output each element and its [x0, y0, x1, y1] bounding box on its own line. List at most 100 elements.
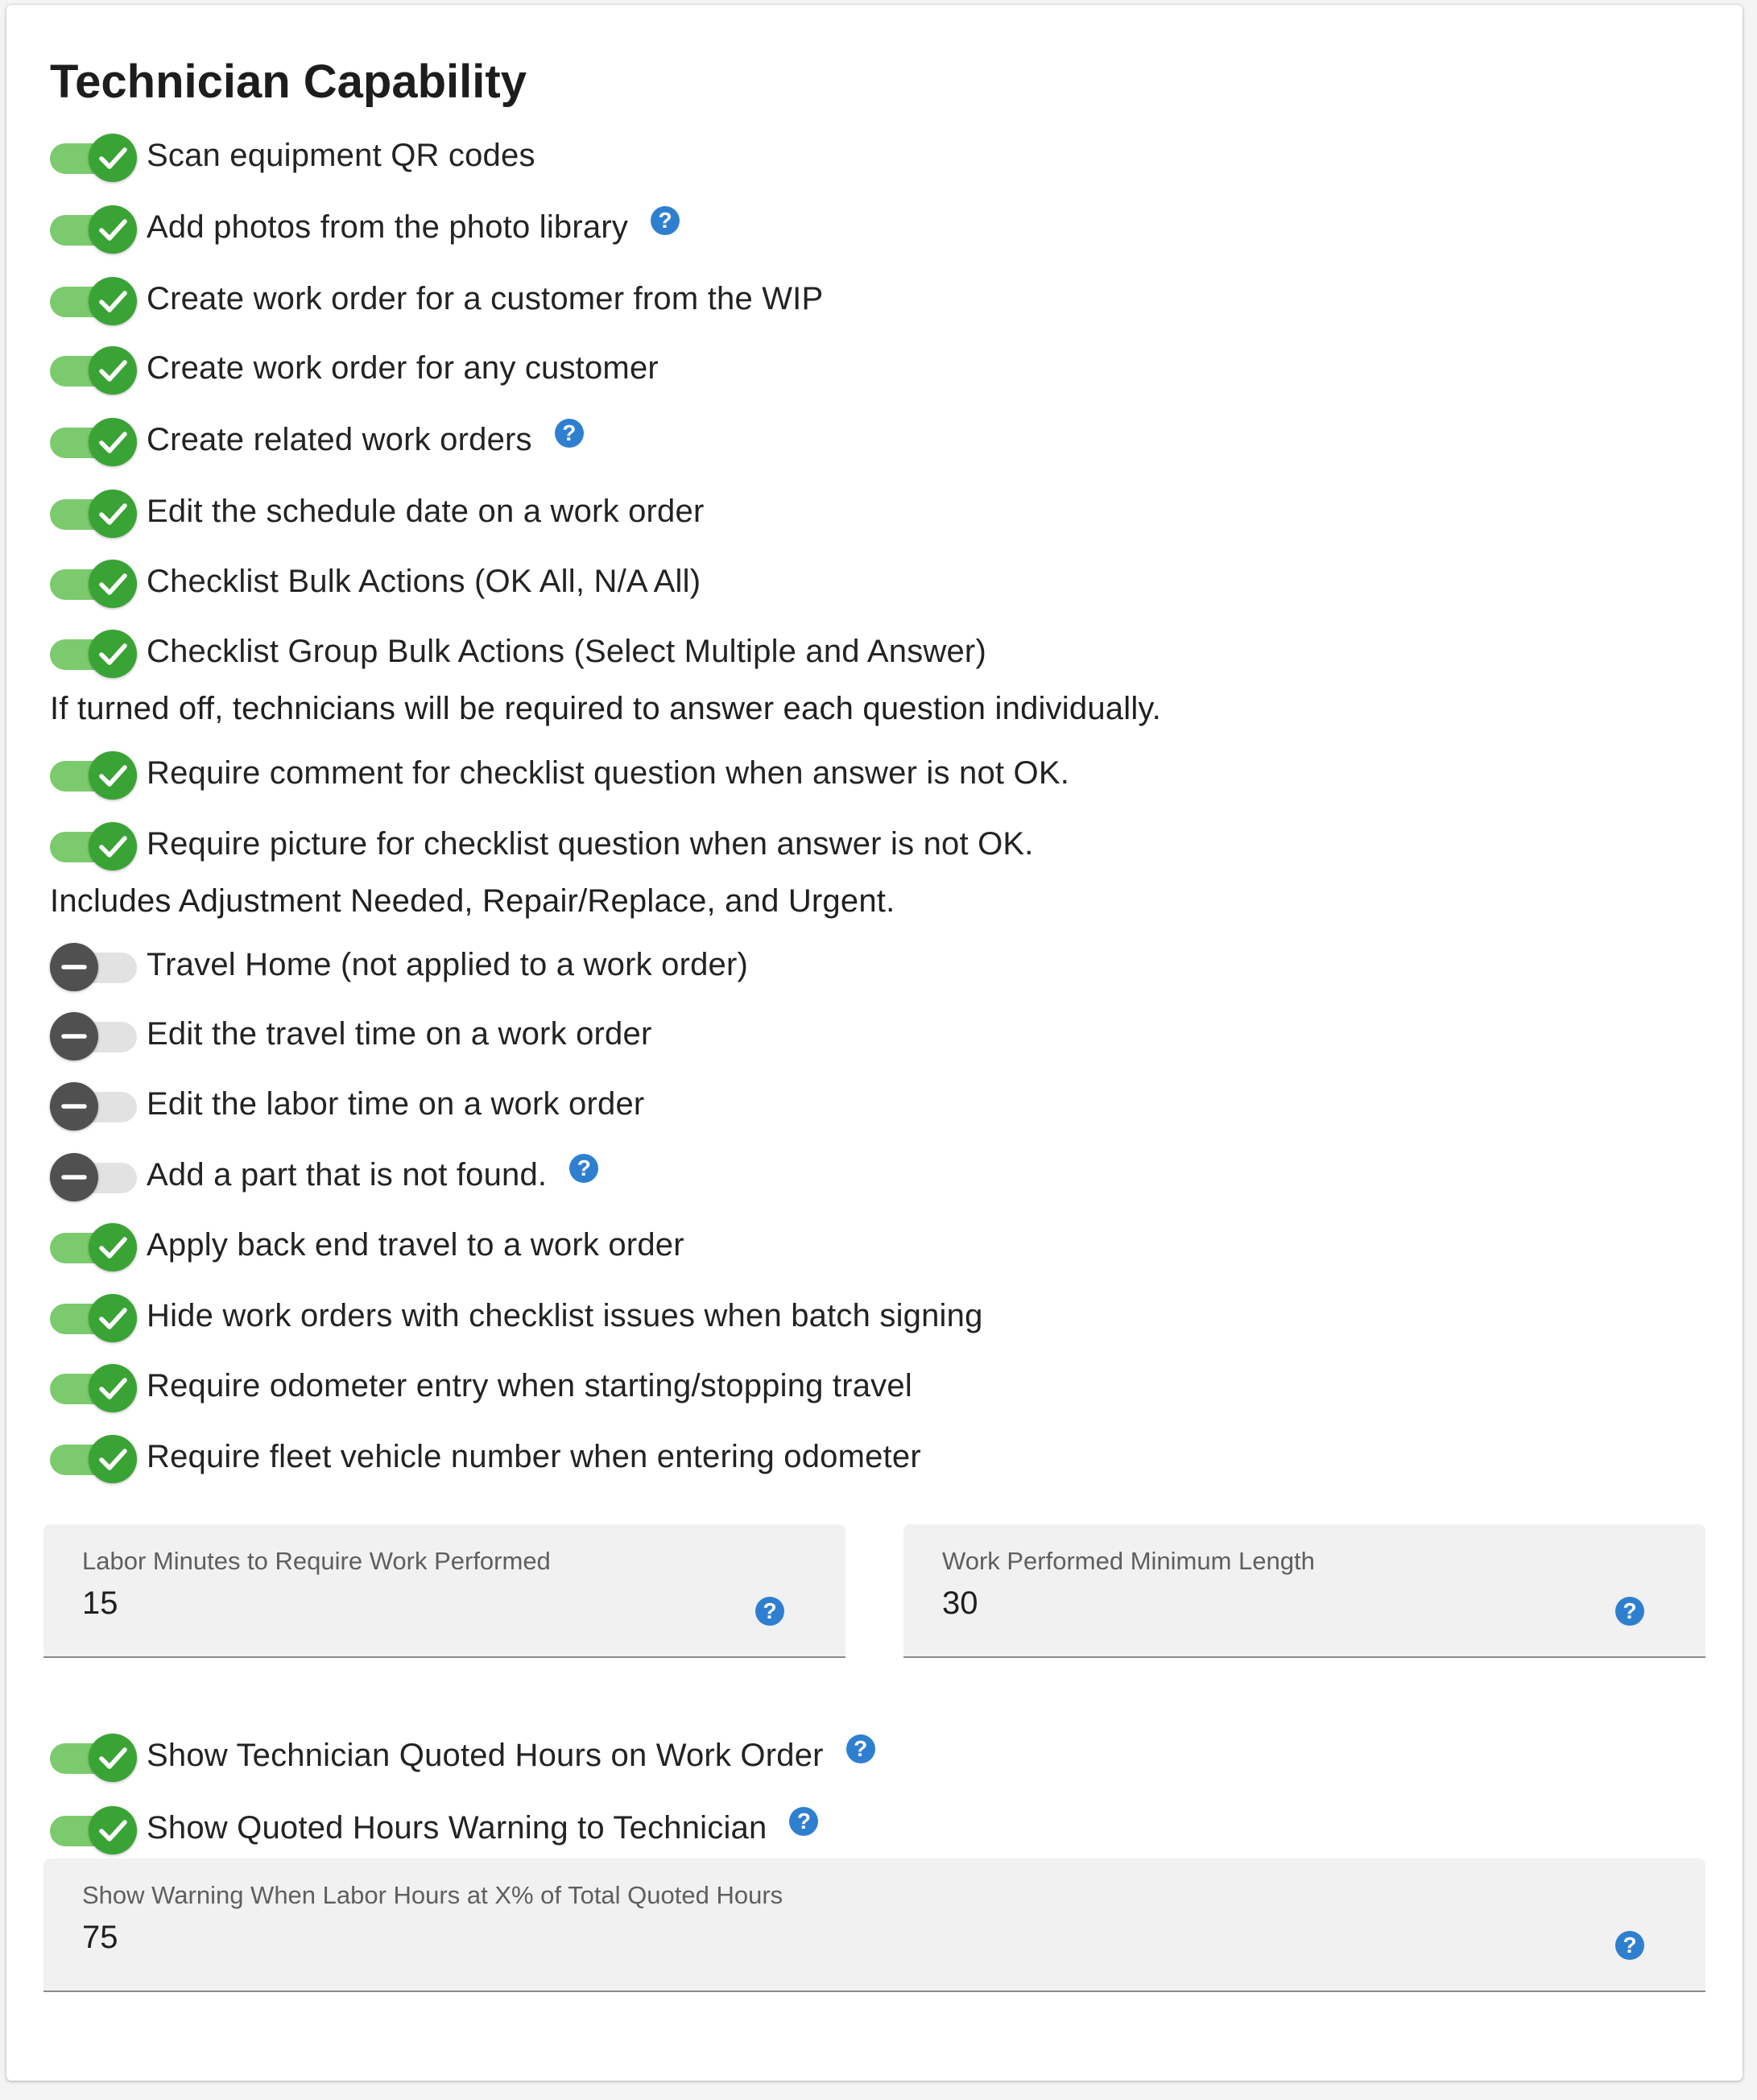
- setting-label: Apply back end travel to a work order: [147, 1227, 684, 1263]
- setting-quoted-hours-warning[interactable]: Show Quoted Hours Warning to Technician?: [50, 1800, 819, 1856]
- setting-label: Scan equipment QR codes: [147, 138, 535, 173]
- labor-minutes-value[interactable]: 15: [82, 1585, 118, 1622]
- setting-label: Edit the travel time on a work order: [147, 1016, 652, 1052]
- check-icon: [89, 751, 137, 800]
- setting-edit-travel-time[interactable]: Edit the travel time on a work order: [50, 1006, 651, 1062]
- work-performed-length-field[interactable]: Work Performed Minimum Length 30 ?: [903, 1524, 1705, 1658]
- setting-label: Show Quoted Hours Warning to Technician: [147, 1810, 767, 1846]
- setting-label: Checklist Group Bulk Actions (Select Mul…: [147, 634, 986, 669]
- toggle-switch[interactable]: [50, 417, 137, 466]
- labor-minutes-label: Labor Minutes to Require Work Performed: [82, 1547, 551, 1575]
- warning-percent-label: Show Warning When Labor Hours at X% of T…: [82, 1881, 783, 1909]
- check-icon: [89, 277, 137, 325]
- setting-label: Create related work orders: [147, 422, 532, 457]
- setting-checklist-bulk-actions[interactable]: Checklist Bulk Actions (OK All, N/A All): [50, 553, 701, 610]
- toggle-switch[interactable]: [50, 629, 137, 678]
- technician-capability-card: Technician Capability Scan equipment QR …: [6, 5, 1743, 2081]
- setting-label: Add a part that is not found.: [147, 1157, 548, 1193]
- setting-add-photos[interactable]: Add photos from the photo library?: [50, 199, 680, 255]
- setting-hide-wo-checklist-issues[interactable]: Hide work orders with checklist issues w…: [50, 1288, 983, 1344]
- toggle-switch[interactable]: [50, 1733, 137, 1782]
- minus-icon: [50, 1153, 98, 1201]
- setting-show-quoted-hours[interactable]: Show Technician Quoted Hours on Work Ord…: [50, 1727, 875, 1784]
- toggle-switch[interactable]: [50, 1363, 137, 1412]
- setting-label: Hide work orders with checklist issues w…: [147, 1298, 983, 1333]
- note-group-bulk: If turned off, technicians will be requi…: [50, 691, 1161, 726]
- setting-label: Require odometer entry when starting/sto…: [147, 1368, 912, 1403]
- check-icon: [89, 490, 137, 538]
- toggle-switch[interactable]: [50, 1434, 137, 1483]
- toggle-switch[interactable]: [50, 1081, 137, 1131]
- check-icon: [89, 822, 137, 870]
- toggle-switch[interactable]: [50, 821, 137, 870]
- setting-add-part-not-found[interactable]: Add a part that is not found.?: [50, 1147, 599, 1203]
- toggle-switch[interactable]: [50, 942, 137, 991]
- help-icon[interactable]: ?: [1615, 1931, 1644, 1960]
- check-icon: [89, 630, 137, 678]
- setting-label: Travel Home (not applied to a work order…: [147, 947, 749, 982]
- check-icon: [89, 346, 137, 395]
- setting-label: Show Technician Quoted Hours on Work Ord…: [147, 1738, 824, 1773]
- toggle-switch[interactable]: [50, 276, 137, 325]
- setting-label: Require fleet vehicle number when enteri…: [147, 1439, 921, 1474]
- toggle-switch[interactable]: [50, 559, 137, 608]
- toggle-switch[interactable]: [50, 205, 137, 254]
- setting-label: Edit the labor time on a work order: [147, 1086, 645, 1122]
- warning-percent-field[interactable]: Show Warning When Labor Hours at X% of T…: [43, 1858, 1705, 1992]
- toggle-switch[interactable]: [50, 1222, 137, 1271]
- setting-edit-labor-time[interactable]: Edit the labor time on a work order: [50, 1076, 644, 1132]
- setting-require-picture[interactable]: Require picture for checklist question w…: [50, 816, 1034, 872]
- check-icon: [89, 134, 137, 182]
- labor-minutes-field[interactable]: Labor Minutes to Require Work Performed …: [43, 1524, 845, 1658]
- setting-create-wo-any-customer[interactable]: Create work order for any customer: [50, 340, 659, 396]
- warning-percent-value[interactable]: 75: [82, 1920, 118, 1956]
- help-icon[interactable]: ?: [1615, 1597, 1644, 1626]
- setting-label: Create work order for any customer: [147, 350, 659, 386]
- setting-apply-back-end-travel[interactable]: Apply back end travel to a work order: [50, 1217, 684, 1273]
- check-icon: [89, 560, 137, 608]
- check-icon: [89, 1734, 137, 1782]
- check-icon: [89, 1806, 137, 1854]
- setting-label: Edit the schedule date on a work order: [147, 494, 705, 529]
- help-icon[interactable]: ?: [845, 1734, 875, 1763]
- check-icon: [89, 1294, 137, 1342]
- toggle-switch[interactable]: [50, 345, 137, 395]
- setting-edit-schedule-date[interactable]: Edit the schedule date on a work order: [50, 483, 704, 539]
- check-icon: [89, 1435, 137, 1483]
- help-icon[interactable]: ?: [651, 206, 680, 235]
- section-title: Technician Capability: [50, 56, 527, 108]
- check-icon: [89, 205, 137, 254]
- minus-icon: [50, 1082, 98, 1131]
- toggle-switch[interactable]: [50, 1152, 137, 1201]
- help-icon[interactable]: ?: [554, 419, 584, 448]
- toggle-switch[interactable]: [50, 133, 137, 182]
- check-icon: [89, 418, 137, 466]
- setting-label: Require comment for checklist question w…: [147, 755, 1070, 791]
- minus-icon: [50, 1012, 98, 1060]
- setting-label: Create work order for a customer from th…: [147, 281, 824, 316]
- setting-label: Checklist Bulk Actions (OK All, N/A All): [147, 564, 701, 599]
- note-picture: Includes Adjustment Needed, Repair/Repla…: [50, 883, 895, 919]
- setting-require-odometer[interactable]: Require odometer entry when starting/sto…: [50, 1358, 912, 1414]
- setting-travel-home[interactable]: Travel Home (not applied to a work order…: [50, 936, 748, 993]
- help-icon[interactable]: ?: [569, 1154, 599, 1183]
- work-performed-length-value[interactable]: 30: [942, 1585, 978, 1622]
- check-icon: [89, 1223, 137, 1271]
- help-icon[interactable]: ?: [755, 1597, 784, 1626]
- setting-create-related-wo[interactable]: Create related work orders?: [50, 411, 584, 468]
- minus-icon: [50, 943, 98, 991]
- help-icon[interactable]: ?: [789, 1807, 819, 1836]
- setting-require-comment[interactable]: Require comment for checklist question w…: [50, 745, 1069, 801]
- toggle-switch[interactable]: [50, 1805, 137, 1854]
- toggle-switch[interactable]: [50, 489, 137, 538]
- setting-checklist-group-bulk[interactable]: Checklist Group Bulk Actions (Select Mul…: [50, 623, 986, 680]
- setting-scan-qr[interactable]: Scan equipment QR codes: [50, 127, 535, 184]
- toggle-switch[interactable]: [50, 1011, 137, 1060]
- toggle-switch[interactable]: [50, 750, 137, 800]
- toggle-switch[interactable]: [50, 1293, 137, 1342]
- setting-require-fleet-number[interactable]: Require fleet vehicle number when enteri…: [50, 1428, 921, 1485]
- setting-label: Require picture for checklist question w…: [147, 826, 1034, 862]
- setting-label: Add photos from the photo library: [147, 209, 629, 245]
- check-icon: [89, 1364, 137, 1412]
- setting-create-wo-wip[interactable]: Create work order for a customer from th…: [50, 271, 823, 327]
